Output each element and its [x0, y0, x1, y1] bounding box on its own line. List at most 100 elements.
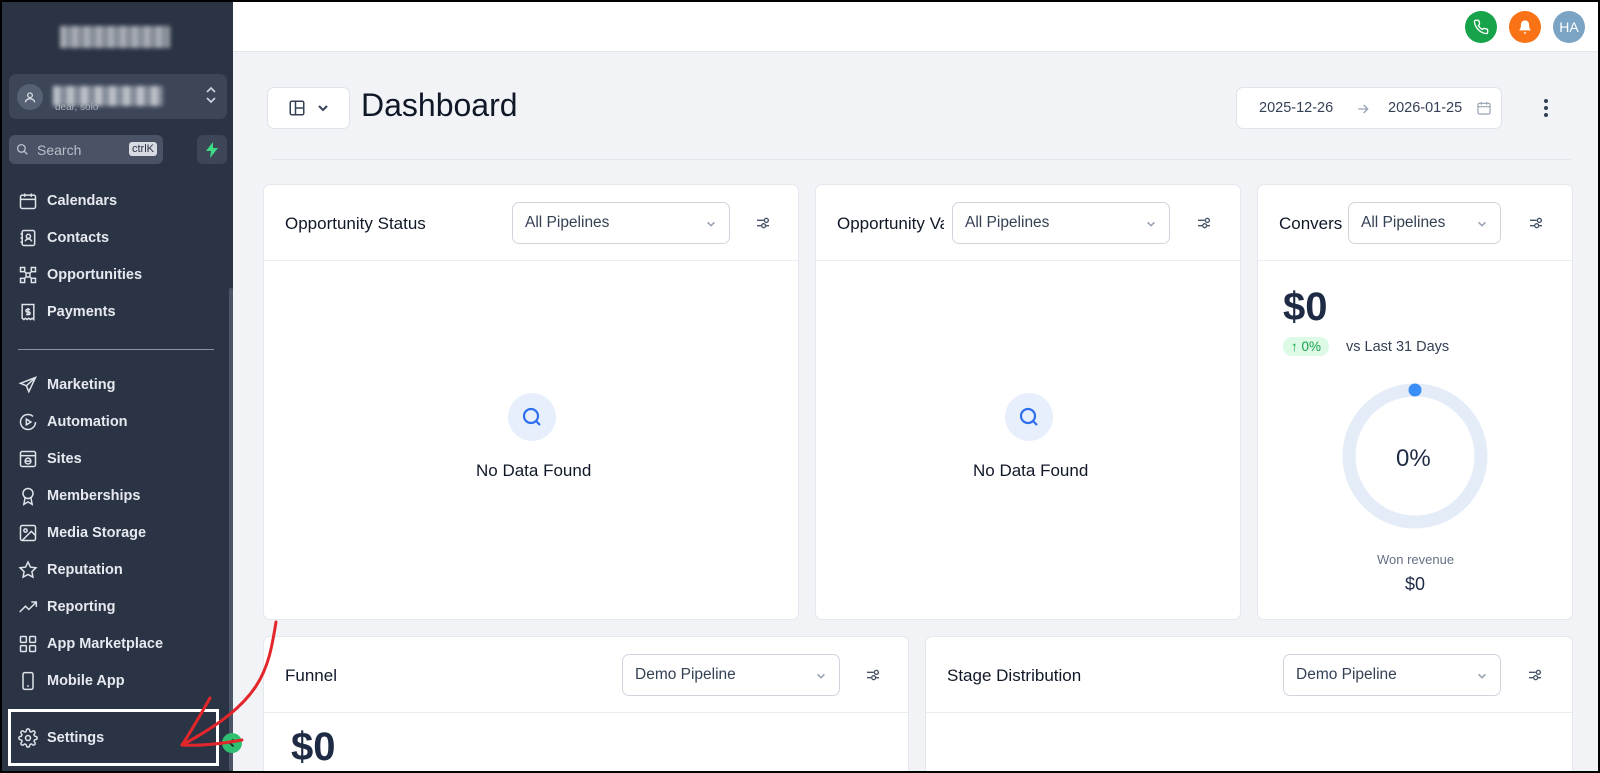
pipeline-select[interactable]: All Pipelines — [952, 202, 1170, 244]
sidebar-item-sites[interactable]: Sites — [18, 446, 82, 472]
calendar-icon — [19, 193, 37, 210]
funnel-card: Funnel Demo Pipeline $0 — [263, 636, 909, 771]
filter-icon[interactable] — [1528, 215, 1544, 231]
sidebar-item-memberships[interactable]: Memberships — [18, 483, 140, 509]
sidebar-item-marketing[interactable]: Marketing — [18, 372, 116, 398]
pipeline-select-value: All Pipelines — [965, 214, 1050, 231]
sidebar-item-reporting[interactable]: Reporting — [18, 594, 115, 620]
sidebar-item-label: Mobile App — [47, 673, 125, 689]
chevron-updown-icon — [204, 85, 218, 110]
sidebar-item-contacts[interactable]: Contacts — [18, 225, 109, 251]
card-header: Conversion Rate All Pipelines — [1258, 185, 1572, 261]
chevron-down-icon — [1147, 221, 1155, 227]
payments-icon — [21, 303, 35, 321]
sidebar-item-label: Settings — [47, 730, 105, 746]
sidebar-item-mobile-app[interactable]: Mobile App — [18, 668, 125, 694]
sidebar-item-label: Memberships — [47, 488, 141, 504]
sidebar-item-label: Reporting — [47, 599, 116, 615]
won-revenue-value: $0 — [1405, 574, 1426, 594]
pipeline-select-value: All Pipelines — [1361, 214, 1446, 231]
trending-icon — [19, 601, 38, 613]
sidebar-item-label: Media Storage — [47, 525, 147, 541]
sidebar-item-label: Opportunities — [47, 267, 143, 283]
donut-progress-marker — [1408, 383, 1422, 397]
more-options-button[interactable] — [1543, 98, 1549, 123]
automation-icon — [19, 413, 37, 431]
chevron-down-icon — [317, 105, 328, 112]
conversion-rate-label: 0% — [1396, 445, 1431, 472]
sidebar-divider — [18, 349, 214, 350]
sidebar-item-opportunities[interactable]: Opportunities — [18, 262, 142, 288]
sidebar-item-label: Sites — [47, 451, 82, 467]
date-range-picker[interactable]: 2025-12-26 2026-01-25 — [1236, 87, 1502, 129]
change-badge: ↑ 0% — [1283, 337, 1330, 356]
page-title: Dashboard — [361, 87, 518, 123]
search-shortcut: ctrlK — [129, 142, 157, 156]
card-header: Stage Distribution Demo Pipeline — [926, 637, 1572, 713]
pipeline-select[interactable]: All Pipelines — [512, 202, 730, 244]
filter-icon[interactable] — [1527, 667, 1543, 683]
empty-state-text: No Data Found — [476, 461, 592, 480]
sidebar-item-label: Reputation — [47, 562, 123, 578]
sites-icon — [19, 450, 37, 468]
quick-action-button[interactable] — [197, 135, 227, 164]
user-avatar[interactable]: HA — [1553, 11, 1585, 43]
card-title: Opportunity Status — [285, 214, 426, 233]
chevron-down-icon — [707, 221, 715, 227]
pipeline-select-value: All Pipelines — [525, 214, 610, 231]
sidebar-item-label: Calendars — [47, 193, 118, 209]
card-title: Funnel — [285, 666, 337, 685]
sidebar-item-reputation[interactable]: Reputation — [18, 557, 123, 583]
search-icon — [16, 143, 28, 155]
annotation-arrow — [180, 620, 278, 747]
kebab-menu-icon — [1544, 99, 1548, 117]
phone-button[interactable] — [1465, 11, 1497, 43]
mobile-icon — [22, 671, 34, 691]
grid-icon — [19, 635, 37, 653]
send-icon — [18, 376, 37, 394]
card-header: Opportunity Value All Pipelines — [816, 185, 1240, 261]
sidebar-item-automation[interactable]: Automation — [18, 409, 128, 435]
account-switcher[interactable]: dear, solo — [9, 74, 227, 119]
sidebar-item-calendars[interactable]: Calendars — [18, 188, 117, 214]
layout-switcher-button[interactable] — [267, 87, 350, 129]
filter-icon[interactable] — [865, 667, 881, 683]
image-icon — [19, 524, 37, 542]
conversion-value: $0 — [1283, 285, 1328, 329]
company-logo — [60, 26, 170, 48]
pipeline-select[interactable]: All Pipelines — [1348, 202, 1501, 244]
pipeline-select-value: Demo Pipeline — [1296, 666, 1397, 683]
sidebar-item-app-marketplace[interactable]: App Marketplace — [18, 631, 163, 657]
phone-icon — [1473, 19, 1489, 35]
empty-state-text: No Data Found — [973, 461, 1089, 480]
lightning-icon — [206, 141, 218, 158]
sidebar-item-media-storage[interactable]: Media Storage — [18, 520, 146, 546]
card-title: Stage Distribution — [947, 666, 1082, 685]
filter-icon[interactable] — [1196, 215, 1212, 231]
pipeline-select[interactable]: Demo Pipeline — [1283, 654, 1501, 696]
sidebar-item-label: Payments — [47, 304, 116, 320]
top-bar: HA — [233, 2, 1598, 52]
chevron-down-icon — [817, 673, 825, 679]
card-title: Conversion Rate — [1279, 214, 1342, 233]
sidebar-item-label: App Marketplace — [47, 636, 164, 652]
search-label: Search — [37, 141, 82, 158]
sidebar-item-label: Marketing — [47, 377, 116, 393]
stage-distribution-card: Stage Distribution Demo Pipeline — [925, 636, 1573, 771]
card-header: Funnel Demo Pipeline — [264, 637, 908, 713]
opportunity-status-card: Opportunity Status All Pipelines No Data… — [263, 184, 799, 620]
sidebar-item-settings[interactable]: Settings — [18, 725, 104, 751]
sidebar-item-label: Automation — [47, 414, 128, 430]
date-end: 2026-01-25 — [1388, 100, 1463, 116]
notifications-button[interactable] — [1509, 11, 1541, 43]
sidebar-item-payments[interactable]: Payments — [18, 299, 116, 325]
account-subtitle: dear, solo — [55, 102, 99, 113]
won-revenue-label: Won revenue — [1377, 552, 1455, 567]
funnel-value: $0 — [291, 725, 336, 769]
chevron-down-icon — [1478, 673, 1486, 679]
filter-icon[interactable] — [755, 215, 771, 231]
location-icon — [17, 84, 43, 110]
card-title: Opportunity Value — [837, 214, 944, 233]
search-input[interactable]: Search ctrlK — [9, 135, 163, 164]
pipeline-select[interactable]: Demo Pipeline — [622, 654, 840, 696]
